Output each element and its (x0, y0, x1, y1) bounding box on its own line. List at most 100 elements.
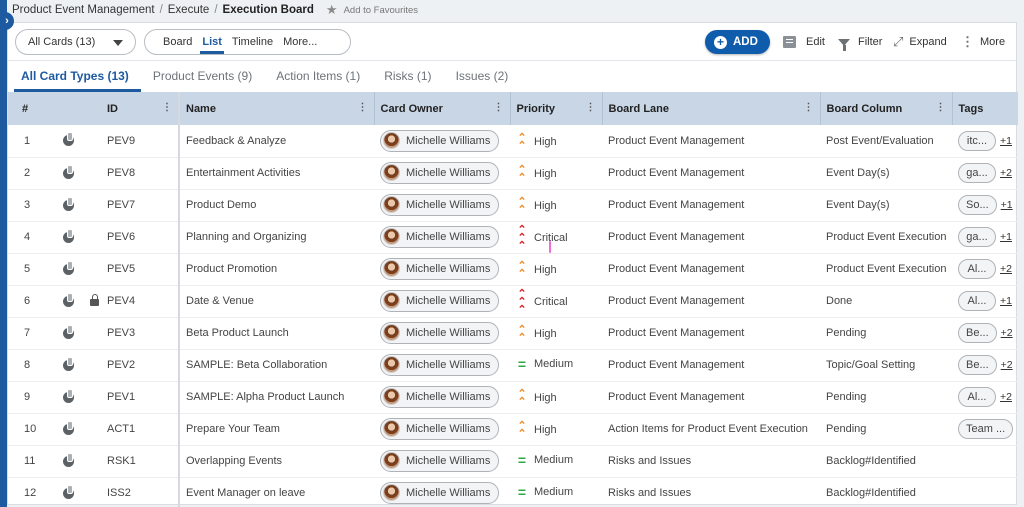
column-header-priority[interactable]: Priority ⋮ (510, 92, 603, 125)
card-id[interactable]: PEV1 (101, 381, 180, 414)
table-row[interactable]: 9 PEV1 SAMPLE: Alpha Product Launch Mich… (8, 381, 1018, 414)
card-name[interactable]: Prepare Your Team (179, 413, 374, 446)
card-type-tab[interactable]: Risks (1) (384, 62, 431, 92)
tag-chip[interactable]: Al... (958, 259, 996, 279)
column-menu-icon[interactable]: ⋮ (804, 103, 814, 113)
card-id[interactable]: ACT1 (101, 413, 180, 446)
more-tags-link[interactable]: +2 (1001, 359, 1013, 371)
add-button[interactable]: + ADD (705, 30, 770, 54)
card-type-tab[interactable]: Product Events (9) (153, 62, 252, 92)
card-id[interactable]: PEV3 (101, 317, 180, 350)
column-menu-icon[interactable]: ⋮ (358, 103, 368, 113)
owner-chip[interactable]: Michelle Williams (380, 417, 500, 440)
table-row[interactable]: 3 PEV7 Product Demo Michelle Williams ⌃ ⌃… (8, 189, 1018, 222)
view-tab-list[interactable]: List (200, 29, 224, 55)
edit-button[interactable]: Edit (783, 30, 825, 54)
more-tags-link[interactable]: +2 (1001, 327, 1013, 339)
more-tags-link[interactable]: +2 (1000, 263, 1012, 275)
column-header-tags[interactable]: Tags (952, 92, 1018, 125)
owner-chip[interactable]: Michelle Williams (380, 449, 500, 472)
card-name[interactable]: Planning and Organizing (179, 221, 374, 254)
tag-chip[interactable]: Be... (958, 323, 997, 343)
more-tags-link[interactable]: +2 (1000, 167, 1012, 179)
card-id[interactable]: ISS2 (101, 477, 180, 507)
card-id[interactable]: RSK1 (101, 445, 180, 478)
tag-chip[interactable]: So... (958, 195, 997, 215)
cards-filter-select[interactable]: All Cards (13) (15, 29, 136, 55)
tag-chip[interactable]: Al... (958, 291, 996, 311)
column-menu-icon[interactable]: ⋮ (936, 103, 946, 113)
tag-chip[interactable]: ga... (958, 227, 996, 247)
view-tab-timeline[interactable]: Timeline (232, 29, 273, 55)
owner-chip[interactable]: Michelle Williams (380, 481, 500, 504)
card-name[interactable]: Date & Venue (179, 285, 374, 318)
column-header-board-lane[interactable]: Board Lane ⋮ (602, 92, 821, 125)
filter-button[interactable]: Filter (838, 30, 882, 54)
expand-button[interactable]: ⤢ Expand (893, 30, 947, 54)
table-row[interactable]: 11 RSK1 Overlapping Events Michelle Will… (8, 445, 1018, 478)
more-button[interactable]: ⋮ More (961, 30, 1005, 54)
card-id[interactable]: PEV5 (101, 253, 180, 286)
table-row[interactable]: 1 PEV9 Feedback & Analyze Michelle Willi… (8, 125, 1018, 158)
breadcrumb-item-execute[interactable]: Execute (168, 4, 210, 16)
table-row[interactable]: 12 ISS2 Event Manager on leave Michelle … (8, 477, 1018, 507)
owner-chip[interactable]: Michelle Williams (380, 161, 500, 184)
card-type-tab[interactable]: Issues (2) (456, 62, 509, 92)
owner-chip[interactable]: Michelle Williams (380, 193, 500, 216)
more-tags-link[interactable]: +2 (1000, 391, 1012, 403)
column-menu-icon[interactable]: ⋮ (494, 103, 504, 113)
table-row[interactable]: 6 PEV4 Date & Venue Michelle Williams ⌃ ⌃… (8, 285, 1018, 318)
column-header-id[interactable]: ID ⋮ (101, 92, 180, 125)
card-name[interactable]: Overlapping Events (179, 445, 374, 478)
breadcrumb-item-project[interactable]: Product Event Management (12, 4, 155, 16)
more-tags-link[interactable]: +1 (1000, 135, 1012, 147)
priority-cell: = Medium (510, 349, 602, 382)
card-name[interactable]: Event Manager on leave (179, 477, 374, 507)
owner-chip[interactable]: Michelle Williams (380, 289, 500, 312)
owner-chip[interactable]: Michelle Williams (380, 129, 500, 152)
card-id[interactable]: PEV7 (101, 189, 180, 222)
card-name[interactable]: SAMPLE: Alpha Product Launch (179, 381, 374, 414)
priority-cell: ⌃ ⌃ High (510, 317, 602, 350)
card-name[interactable]: Product Demo (179, 189, 374, 222)
table-row[interactable]: 8 PEV2 SAMPLE: Beta Collaboration Michel… (8, 349, 1018, 382)
card-id[interactable]: PEV6 (101, 221, 180, 254)
column-menu-icon[interactable]: ⋮ (162, 103, 172, 113)
table-row[interactable]: 5 PEV5 Product Promotion Michelle Willia… (8, 253, 1018, 286)
owner-chip[interactable]: Michelle Williams (380, 385, 500, 408)
tag-chip[interactable]: ga... (958, 163, 996, 183)
owner-chip[interactable]: Michelle Williams (380, 225, 500, 248)
card-type-tab[interactable]: Action Items (1) (276, 62, 360, 92)
more-tags-link[interactable]: +1 (1000, 295, 1012, 307)
table-row[interactable]: 2 PEV8 Entertainment Activities Michelle… (8, 157, 1018, 190)
owner-chip[interactable]: Michelle Williams (380, 257, 500, 280)
table-row[interactable]: 4 PEV6 Planning and Organizing Michelle … (8, 221, 1018, 254)
view-tab-more[interactable]: More... (283, 29, 317, 55)
view-tab-board[interactable]: Board (163, 29, 192, 55)
card-name[interactable]: SAMPLE: Beta Collaboration (179, 349, 374, 382)
card-id[interactable]: PEV4 (101, 285, 180, 318)
more-tags-link[interactable]: +1 (1001, 199, 1013, 211)
tag-chip[interactable]: Be... (958, 355, 997, 375)
column-header-card-owner[interactable]: Card Owner ⋮ (374, 92, 511, 125)
card-name[interactable]: Beta Product Launch (179, 317, 374, 350)
table-row[interactable]: 10 ACT1 Prepare Your Team Michelle Willi… (8, 413, 1018, 446)
tag-chip[interactable]: Team ... (958, 419, 1014, 439)
owner-chip[interactable]: Michelle Williams (380, 321, 500, 344)
card-name[interactable]: Entertainment Activities (179, 157, 374, 190)
card-id[interactable]: PEV9 (101, 125, 180, 158)
owner-chip[interactable]: Michelle Williams (380, 353, 500, 376)
add-to-favourites-button[interactable]: ★ Add to Favourites (326, 2, 418, 18)
card-name[interactable]: Feedback & Analyze (179, 125, 374, 158)
more-tags-link[interactable]: +1 (1000, 231, 1012, 243)
card-id[interactable]: PEV2 (101, 349, 180, 382)
column-header-board-column[interactable]: Board Column ⋮ (820, 92, 953, 125)
table-row[interactable]: 7 PEV3 Beta Product Launch Michelle Will… (8, 317, 1018, 350)
card-name[interactable]: Product Promotion (179, 253, 374, 286)
column-menu-icon[interactable]: ⋮ (586, 103, 596, 113)
card-type-tab[interactable]: All Card Types (13) (14, 62, 141, 92)
column-header-name[interactable]: Name ⋮ (179, 92, 375, 125)
card-id[interactable]: PEV8 (101, 157, 180, 190)
tag-chip[interactable]: itc... (958, 130, 996, 151)
tag-chip[interactable]: Al... (958, 387, 996, 407)
